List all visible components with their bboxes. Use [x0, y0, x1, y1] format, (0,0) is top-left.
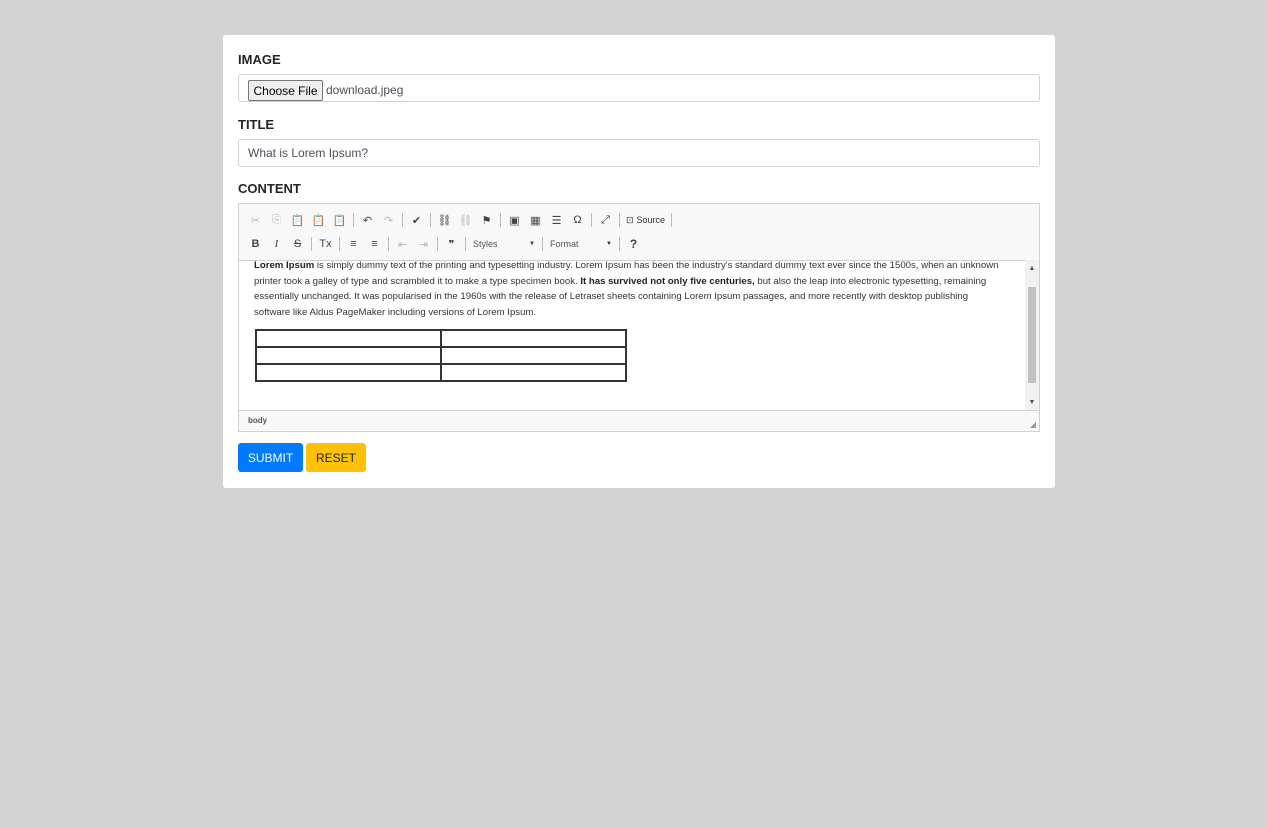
format-dropdown-label: Format: [550, 239, 579, 249]
spellcheck-icon[interactable]: ✔: [406, 210, 427, 230]
toolbar-separator: [402, 213, 403, 227]
paste-icon[interactable]: 📋: [287, 210, 308, 230]
scroll-up-icon[interactable]: ▲: [1025, 262, 1039, 274]
numbered-list-icon[interactable]: ≡: [343, 234, 364, 254]
table-row: [255, 346, 627, 365]
bold-text-2: It has survived not only five centuries,: [580, 275, 755, 287]
bulleted-list-icon[interactable]: ≡: [364, 234, 385, 254]
table-cell[interactable]: [255, 363, 442, 382]
format-dropdown[interactable]: Format ▼: [546, 235, 616, 253]
blockquote-icon[interactable]: ❞: [441, 234, 462, 254]
cut-icon[interactable]: ✂: [245, 210, 266, 230]
help-icon[interactable]: ?: [623, 234, 644, 254]
table-cell[interactable]: [440, 346, 627, 365]
strike-icon[interactable]: S: [287, 234, 308, 254]
source-button[interactable]: ⊡ Source: [623, 215, 668, 226]
content-paragraph: Lorem Ipsum is simply dummy text of the …: [254, 260, 1004, 321]
editor-scrollbar[interactable]: ▲ ▼: [1025, 260, 1039, 410]
toolbar-separator: [465, 237, 466, 251]
reset-button[interactable]: RESET: [306, 443, 366, 472]
toolbar-separator: [671, 213, 673, 227]
content-table[interactable]: [255, 329, 627, 382]
scrollbar-thumb[interactable]: [1028, 287, 1036, 383]
chevron-down-icon: ▼: [529, 241, 535, 247]
toolbar-separator: [430, 213, 431, 227]
bold-icon[interactable]: B: [245, 234, 266, 254]
italic-icon[interactable]: I: [266, 234, 287, 254]
table-icon[interactable]: ▦: [525, 210, 546, 230]
horizontal-line-icon[interactable]: ☰: [546, 210, 567, 230]
toolbar-separator: [353, 213, 354, 227]
undo-icon[interactable]: ↶: [357, 210, 378, 230]
special-char-icon[interactable]: Ω: [567, 210, 588, 230]
bold-text-1: Lorem Ipsum: [254, 260, 315, 271]
scroll-down-icon[interactable]: ▼: [1025, 396, 1039, 408]
table-cell[interactable]: [440, 329, 627, 348]
toolbar-row-2: B I S Tx ≡ ≡ ⇤ ⇥ ❞ Styles ▼ Format ▼?: [245, 233, 644, 255]
image-icon[interactable]: ▣: [504, 210, 525, 230]
remove-format-icon[interactable]: Tx: [315, 234, 336, 254]
anchor-icon[interactable]: ⚑: [476, 210, 497, 230]
content-label: CONTENT: [238, 181, 301, 196]
image-label: IMAGE: [238, 52, 281, 67]
table-cell[interactable]: [255, 346, 442, 365]
title-input[interactable]: What is Lorem Ipsum?: [238, 139, 1040, 167]
resize-handle-icon[interactable]: ◢: [1030, 420, 1036, 429]
submit-button[interactable]: SUBMIT: [238, 443, 303, 472]
table-row: [255, 363, 627, 382]
table-row: [255, 329, 627, 348]
toolbar-separator: [311, 237, 312, 251]
paste-text-icon[interactable]: 📋: [308, 210, 329, 230]
choose-file-button[interactable]: Choose File: [248, 80, 323, 101]
selected-file-name: download.jpeg: [326, 83, 404, 97]
element-path[interactable]: body: [248, 416, 267, 425]
link-icon[interactable]: ⛓: [434, 210, 455, 230]
table-cell[interactable]: [440, 363, 627, 382]
toolbar-separator: [437, 237, 438, 251]
toolbar-separator: [500, 213, 501, 227]
image-file-input[interactable]: Choose File download.jpeg: [238, 74, 1040, 102]
source-label: Source: [636, 215, 666, 225]
styles-dropdown[interactable]: Styles ▼: [469, 235, 539, 253]
source-icon: ⊡: [626, 214, 634, 225]
paste-word-icon[interactable]: 📋: [329, 210, 350, 230]
unlink-icon[interactable]: ⛓: [455, 210, 476, 230]
styles-dropdown-label: Styles: [473, 239, 498, 249]
toolbar-row-1: ✂ ⎘ 📋 📋 📋 ↶ ↷ ✔ ⛓ ⛓ ⚑ ▣ ▦ ☰ Ω ⤢ ⊡ Source: [245, 209, 675, 231]
table-cell[interactable]: [255, 329, 442, 348]
toolbar-separator: [591, 213, 592, 227]
copy-icon[interactable]: ⎘: [266, 210, 287, 230]
maximize-icon[interactable]: ⤢: [595, 210, 616, 230]
editor-statusbar: body ◢: [239, 410, 1039, 431]
editor-content-area[interactable]: Lorem Ipsum is simply dummy text of the …: [239, 260, 1025, 410]
toolbar-separator: [542, 237, 543, 251]
rich-text-editor: ✂ ⎘ 📋 📋 📋 ↶ ↷ ✔ ⛓ ⛓ ⚑ ▣ ▦ ☰ Ω ⤢ ⊡ Source B I S Tx ≡ ≡ ⇤ ⇥ ❞ Styles…: [238, 203, 1040, 432]
toolbar-separator: [339, 237, 340, 251]
redo-icon[interactable]: ↷: [378, 210, 399, 230]
toolbar-separator: [388, 237, 389, 251]
toolbar-separator: [619, 237, 620, 251]
editor-toolbar: ✂ ⎘ 📋 📋 📋 ↶ ↷ ✔ ⛓ ⛓ ⚑ ▣ ▦ ☰ Ω ⤢ ⊡ Source B I S Tx ≡ ≡ ⇤ ⇥ ❞ Styles…: [239, 204, 1039, 261]
outdent-icon[interactable]: ⇤: [392, 234, 413, 254]
toolbar-separator: [619, 213, 620, 227]
title-label: TITLE: [238, 117, 275, 132]
indent-icon[interactable]: ⇥: [413, 234, 434, 254]
chevron-down-icon: ▼: [606, 241, 612, 247]
post-form-card: IMAGE Choose File download.jpeg TITLE Wh…: [223, 35, 1055, 488]
title-input-value: What is Lorem Ipsum?: [248, 146, 369, 160]
